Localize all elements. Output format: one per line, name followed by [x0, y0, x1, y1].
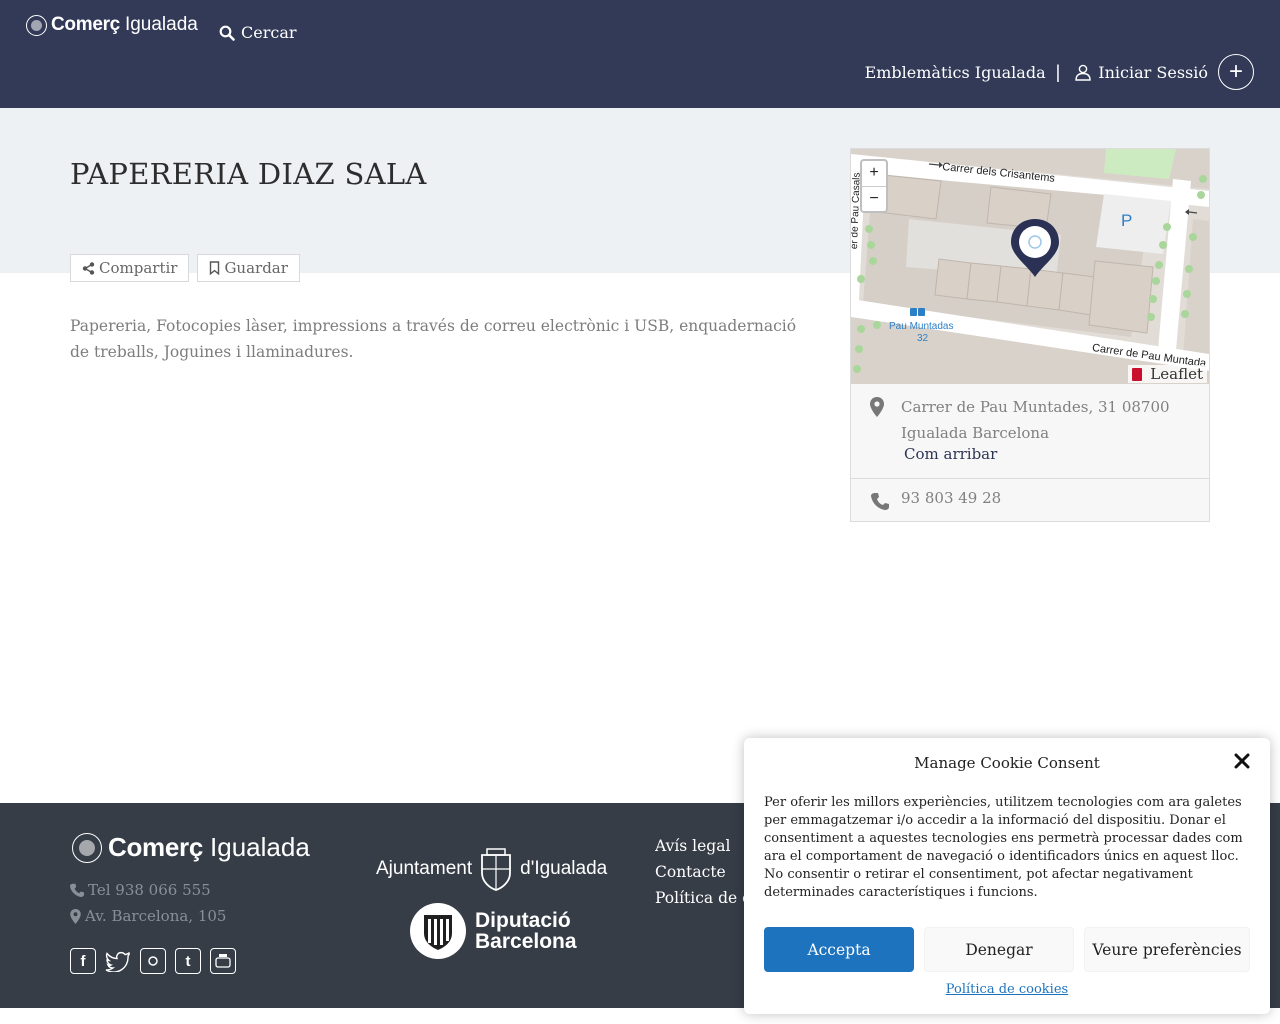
- footer-address: Av. Barcelona, 105: [70, 907, 226, 925]
- add-button[interactable]: +: [1218, 54, 1254, 90]
- bookmark-icon: [210, 261, 220, 275]
- top-nav: Emblemàtics Igualada | Iniciar Sessió +: [865, 54, 1254, 90]
- search-label: Cercar: [241, 23, 297, 42]
- map-bus-stop-number: 32: [917, 333, 929, 344]
- facebook-icon[interactable]: f: [70, 948, 96, 974]
- share-icon: [82, 261, 95, 275]
- map-bus-stop-label: Pau Muntadas: [889, 321, 954, 332]
- address-line-1: Carrer de Pau Muntades, 31 08700: [901, 398, 1170, 416]
- zoom-in-button[interactable]: +: [862, 161, 886, 186]
- map-marker-icon[interactable]: [1009, 217, 1061, 279]
- search-icon: [219, 25, 235, 41]
- address-line-2: Igualada Barcelona: [901, 424, 1050, 442]
- diputacio-emblem-icon: [410, 903, 466, 959]
- map[interactable]: Carrer dels Crisantems Carrer de Pau Mun…: [851, 149, 1209, 384]
- zoom-out-button[interactable]: −: [862, 185, 886, 212]
- footer-address-text: Av. Barcelona, 105: [85, 907, 227, 925]
- diputacio-logo[interactable]: Diputació Barcelona: [410, 903, 577, 959]
- site-header: Comerç Igualada Cercar Emblemàtics Igual…: [0, 0, 1280, 108]
- preferences-button[interactable]: Veure preferències: [1084, 927, 1250, 972]
- tumblr-icon[interactable]: t: [175, 948, 201, 974]
- user-icon: [1075, 64, 1091, 81]
- nav-link-emblematics[interactable]: Emblemàtics Igualada: [865, 63, 1046, 82]
- phone-row: 93 803 49 28: [851, 479, 1209, 522]
- twitter-icon[interactable]: [105, 948, 131, 974]
- footer-logo-light: Igualada: [210, 832, 310, 862]
- share-button[interactable]: Compartir: [70, 254, 190, 282]
- phone-icon: [70, 883, 84, 897]
- login-button[interactable]: Iniciar Sessió: [1074, 63, 1208, 82]
- save-button[interactable]: Guardar: [197, 254, 300, 282]
- nav-separator: |: [1055, 61, 1061, 82]
- logo-text-light: Igualada: [124, 14, 198, 35]
- accept-button[interactable]: Accepta: [764, 927, 914, 972]
- ajuntament-right: d'Igualada: [520, 858, 608, 879]
- map-attribution[interactable]: Leaflet: [1128, 365, 1207, 383]
- listing-description: Papereria, Fotocopies làser, impressions…: [70, 317, 797, 361]
- map-zoom-control: + −: [860, 159, 888, 213]
- cookie-policy-link[interactable]: Política de cookies: [744, 982, 1270, 997]
- map-parking-label: P: [1121, 211, 1133, 230]
- ajuntament-left: Ajuntament: [376, 858, 473, 879]
- site-logo[interactable]: Comerç Igualada: [26, 14, 198, 36]
- location-card: Carrer dels Crisantems Carrer de Pau Mun…: [850, 148, 1210, 522]
- footer-logo[interactable]: Comerç Igualada: [72, 832, 310, 863]
- save-label: Guardar: [224, 259, 288, 277]
- footer-phone-text: Tel 938 066 555: [88, 881, 211, 899]
- listing-actions: Compartir Guardar: [70, 254, 300, 282]
- instagram-icon[interactable]: [140, 948, 166, 974]
- social-links: f t: [70, 948, 236, 974]
- diputacio-line-1: Diputació: [475, 909, 571, 932]
- close-icon[interactable]: [1234, 753, 1250, 769]
- youtube-icon[interactable]: [210, 948, 236, 974]
- search-button[interactable]: Cercar: [219, 23, 297, 42]
- cookie-text: Per oferir les millors experiències, uti…: [764, 795, 1243, 900]
- address-row: Carrer de Pau Muntades, 31 08700 Igualad…: [851, 384, 1209, 479]
- seal-icon: [72, 832, 102, 863]
- page-title: PAPERERIA DIAZ SALA: [70, 157, 427, 191]
- attribution-label: Leaflet: [1150, 365, 1203, 383]
- deny-button[interactable]: Denegar: [924, 927, 1074, 972]
- footer-link-legal[interactable]: Avís legal: [655, 833, 750, 859]
- cookie-consent-dialog: Manage Cookie Consent Per oferir les mil…: [744, 738, 1270, 1014]
- phone-icon: [871, 493, 889, 510]
- logo-text-bold: Comerç: [51, 14, 120, 35]
- footer-logo-bold: Comerç: [108, 832, 204, 862]
- ajuntament-logo[interactable]: Ajuntament d'Igualada: [376, 847, 607, 891]
- footer-links: Avís legal Contacte Política de cookies: [655, 833, 750, 911]
- login-label: Iniciar Sessió: [1098, 62, 1208, 82]
- share-label: Compartir: [99, 259, 178, 277]
- diputacio-line-2: Barcelona: [475, 930, 577, 953]
- ukraine-flag-icon: [1132, 367, 1143, 381]
- seal-icon: [26, 14, 47, 36]
- cookie-title: Manage Cookie Consent: [914, 754, 1100, 772]
- phone-number[interactable]: 93 803 49 28: [901, 489, 1001, 507]
- map-pin-icon: [70, 908, 81, 924]
- footer-link-cookies[interactable]: Política de cookies: [655, 885, 750, 911]
- directions-link[interactable]: Com arribar: [904, 445, 997, 463]
- map-pin-icon: [870, 397, 884, 417]
- address-text: Carrer de Pau Muntades, 31 08700 Igualad…: [901, 394, 1191, 446]
- footer-link-contact[interactable]: Contacte: [655, 859, 750, 885]
- coat-of-arms-icon: [481, 848, 512, 891]
- footer-phone: Tel 938 066 555: [70, 881, 211, 899]
